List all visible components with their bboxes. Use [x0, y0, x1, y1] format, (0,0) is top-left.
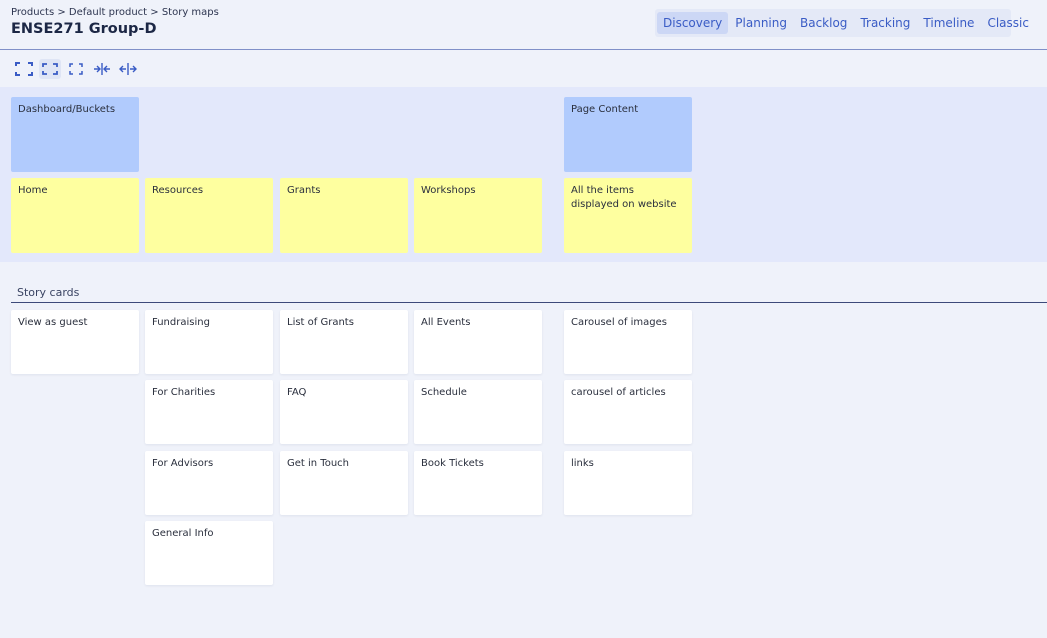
- story-card[interactable]: Carousel of images: [564, 310, 692, 374]
- story-card[interactable]: All Events: [414, 310, 542, 374]
- feature-card-home[interactable]: Home: [11, 178, 139, 253]
- feature-card-all-items[interactable]: All the items displayed on website: [564, 178, 692, 253]
- story-cards-label: Story cards: [17, 286, 80, 299]
- story-card[interactable]: FAQ: [280, 380, 408, 444]
- story-card[interactable]: carousel of articles: [564, 380, 692, 444]
- widen-columns-icon[interactable]: [117, 59, 139, 79]
- breadcrumb[interactable]: Products > Default product > Story maps: [11, 7, 219, 18]
- expand-all-icon[interactable]: [13, 59, 35, 79]
- expand-icon[interactable]: [39, 59, 61, 79]
- page-title: ENSE271 Group-D: [11, 21, 157, 37]
- story-card[interactable]: For Charities: [145, 380, 273, 444]
- story-card[interactable]: links: [564, 451, 692, 515]
- tab-timeline[interactable]: Timeline: [917, 12, 980, 34]
- story-card[interactable]: General Info: [145, 521, 273, 585]
- story-cards-divider: [11, 302, 1047, 303]
- narrow-columns-icon[interactable]: [91, 59, 113, 79]
- header-divider: [0, 49, 1047, 50]
- story-card[interactable]: For Advisors: [145, 451, 273, 515]
- story-card[interactable]: View as guest: [11, 310, 139, 374]
- epic-card-dashboard[interactable]: Dashboard/Buckets: [11, 97, 139, 172]
- story-card[interactable]: Schedule: [414, 380, 542, 444]
- tab-planning[interactable]: Planning: [729, 12, 793, 34]
- view-tabs: Discovery Planning Backlog Tracking Time…: [655, 9, 1029, 37]
- epic-card-page-content[interactable]: Page Content: [564, 97, 692, 172]
- tab-tracking[interactable]: Tracking: [854, 12, 916, 34]
- feature-card-workshops[interactable]: Workshops: [414, 178, 542, 253]
- toolbar: [13, 59, 139, 79]
- tab-backlog[interactable]: Backlog: [794, 12, 853, 34]
- tab-discovery[interactable]: Discovery: [657, 12, 729, 34]
- tab-classic[interactable]: Classic: [981, 12, 1035, 34]
- story-card[interactable]: Fundraising: [145, 310, 273, 374]
- collapse-icon[interactable]: [65, 59, 87, 79]
- story-card[interactable]: List of Grants: [280, 310, 408, 374]
- story-card[interactable]: Get in Touch: [280, 451, 408, 515]
- feature-card-resources[interactable]: Resources: [145, 178, 273, 253]
- story-card[interactable]: Book Tickets: [414, 451, 542, 515]
- feature-card-grants[interactable]: Grants: [280, 178, 408, 253]
